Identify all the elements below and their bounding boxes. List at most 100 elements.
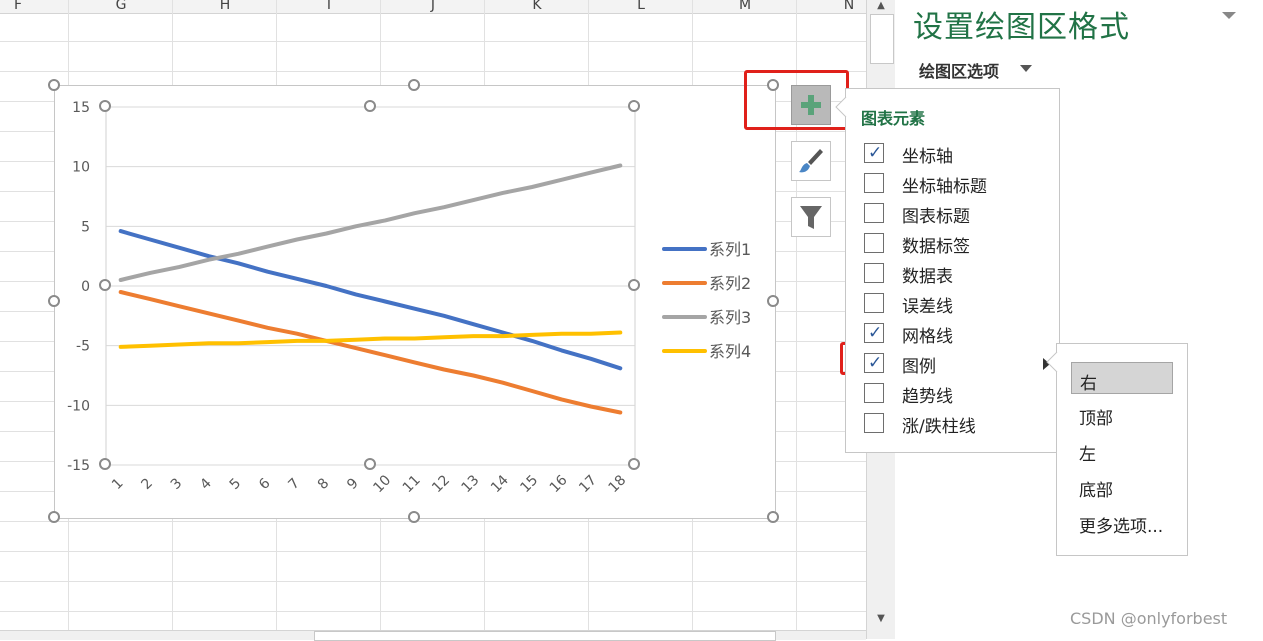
x-tick-label: 17 <box>576 472 600 496</box>
chart-area[interactable]: 15 10 5 0 -5 -10 -15 1 2 3 4 5 6 7 8 9 10 11 12 13 14 15 16 17 1… <box>54 85 776 519</box>
horizontal-scroll-thumb[interactable] <box>314 631 776 641</box>
resize-handle-right[interactable] <box>767 295 779 307</box>
resize-handle-bottom-right[interactable] <box>767 511 779 523</box>
x-tick-label: 4 <box>197 475 215 493</box>
menu-pointer-icon <box>835 97 847 117</box>
chart-styles-button[interactable] <box>791 141 831 181</box>
element-checkbox[interactable] <box>864 413 884 433</box>
column-header-i[interactable]: I <box>314 0 344 13</box>
element-checkbox[interactable] <box>864 173 884 193</box>
row-divider <box>0 521 866 522</box>
element-checkbox[interactable] <box>864 203 884 223</box>
column-header-m[interactable]: M <box>730 0 760 13</box>
chart-filters-button[interactable] <box>791 197 831 237</box>
resize-handle-top-left[interactable] <box>48 79 60 91</box>
column-header-j[interactable]: J <box>418 0 448 13</box>
x-tick-label: 9 <box>344 475 362 493</box>
line-chart: 151050-5-10-151 2 3 4 5 6 7 8 9 10 11 12 13 14 15 16 17 1… <box>67 100 751 496</box>
chart-element-item[interactable]: 趋势线 <box>860 379 1050 407</box>
legend-position-option[interactable]: 右 <box>1071 362 1173 394</box>
element-label: 数据标签 <box>902 237 970 257</box>
column-header-bar: F G H I J K L M N <box>0 0 866 14</box>
checkmark-icon: ✓ <box>868 323 883 343</box>
plot-handle-right[interactable] <box>628 279 640 291</box>
chart-element-item[interactable]: ✓ 网格线 <box>860 319 1050 347</box>
y-tick-label: -15 <box>67 458 90 474</box>
legend-label: 系列3 <box>709 308 751 327</box>
legend-position-option[interactable]: 底部 <box>1071 470 1171 502</box>
watermark-text: CSDN @onlyforbest <box>1070 609 1228 628</box>
column-header-n[interactable]: N <box>834 0 864 13</box>
pane-title: 设置绘图区格式 <box>913 10 1130 45</box>
checkmark-icon: ✓ <box>868 143 883 163</box>
legend-position-label: 左 <box>1079 445 1096 465</box>
chart-element-item[interactable]: ✓ 图例 <box>860 349 1050 377</box>
chart-element-item[interactable]: 数据表 <box>860 259 1050 287</box>
legend-label: 系列2 <box>709 274 751 293</box>
resize-handle-left[interactable] <box>48 295 60 307</box>
plot-handle-bottom[interactable] <box>364 458 376 470</box>
plot-handle-bottom-right[interactable] <box>628 458 640 470</box>
x-tick-label: 7 <box>285 475 303 493</box>
legend-position-option[interactable]: 更多选项... <box>1071 506 1171 538</box>
chart-element-item[interactable]: 数据标签 <box>860 229 1050 257</box>
resize-handle-bottom[interactable] <box>408 511 420 523</box>
legend-position-label: 底部 <box>1079 481 1113 501</box>
x-tick-label: 2 <box>138 475 156 493</box>
x-tick-label: 10 <box>370 472 394 496</box>
chart-element-item[interactable]: ✓ 坐标轴 <box>860 139 1050 167</box>
y-tick-label: -5 <box>76 339 90 355</box>
element-checkbox[interactable] <box>864 233 884 253</box>
element-label: 图例 <box>902 357 936 377</box>
chart-element-item[interactable]: 涨/跌柱线 <box>860 409 1050 437</box>
filter-icon <box>800 206 822 229</box>
plot-handle-top-left[interactable] <box>99 100 111 112</box>
element-checkbox[interactable] <box>864 383 884 403</box>
x-tick-label: 13 <box>459 472 483 496</box>
column-header-l[interactable]: L <box>626 0 656 13</box>
vertical-scroll-thumb[interactable] <box>870 14 894 64</box>
legend-position-option[interactable]: 顶部 <box>1071 398 1171 430</box>
row-divider <box>0 41 866 42</box>
resize-handle-top[interactable] <box>408 79 420 91</box>
column-header-f[interactable]: F <box>3 0 33 13</box>
checkmark-icon: ✓ <box>868 353 883 373</box>
column-header-k[interactable]: K <box>522 0 552 13</box>
row-divider <box>0 611 866 612</box>
x-tick-label: 6 <box>256 475 274 493</box>
element-label: 坐标轴标题 <box>902 177 987 197</box>
x-tick-label: 16 <box>547 472 571 496</box>
column-header-h[interactable]: H <box>210 0 240 13</box>
element-checkbox[interactable] <box>864 263 884 283</box>
legend-position-submenu: 右顶部左底部更多选项... <box>1046 343 1188 556</box>
plot-handle-left[interactable] <box>99 279 111 291</box>
element-checkbox[interactable] <box>864 293 884 313</box>
element-checkbox[interactable]: ✓ <box>864 323 884 343</box>
paintbrush-icon <box>799 149 823 173</box>
element-checkbox[interactable]: ✓ <box>864 143 884 163</box>
x-tick-label: 3 <box>168 475 186 493</box>
column-header-g[interactable]: G <box>106 0 136 13</box>
plot-handle-bottom-left[interactable] <box>99 458 111 470</box>
chart-element-item[interactable]: 坐标轴标题 <box>860 169 1050 197</box>
x-tick-label: 1 <box>109 475 127 493</box>
chart-element-item[interactable]: 图表标题 <box>860 199 1050 227</box>
pane-options-dropdown-icon[interactable] <box>1222 12 1236 19</box>
chart-elements-menu: 图表元素 ✓ 坐标轴 坐标轴标题 图表标题 数据标签 数据表 误差线 ✓ 网格线 ✓ 图例 趋势线 涨/… <box>835 88 1060 453</box>
plot-area-options-tab[interactable]: 绘图区选项 <box>919 58 999 82</box>
resize-handle-bottom-left[interactable] <box>48 511 60 523</box>
scroll-up-icon[interactable]: ▲ <box>871 0 891 15</box>
element-label: 网格线 <box>902 327 953 347</box>
x-tick-label: 12 <box>429 472 453 496</box>
row-divider <box>0 551 866 552</box>
scroll-down-icon[interactable]: ▼ <box>871 610 891 628</box>
plot-handle-top[interactable] <box>364 100 376 112</box>
element-label: 数据表 <box>902 267 953 287</box>
chevron-down-icon[interactable] <box>1020 65 1032 72</box>
chart-element-item[interactable]: 误差线 <box>860 289 1050 317</box>
element-checkbox[interactable]: ✓ <box>864 353 884 373</box>
element-label: 图表标题 <box>902 207 970 227</box>
plot-handle-top-right[interactable] <box>628 100 640 112</box>
y-tick-label: 5 <box>81 219 90 235</box>
legend-position-option[interactable]: 左 <box>1071 434 1171 466</box>
